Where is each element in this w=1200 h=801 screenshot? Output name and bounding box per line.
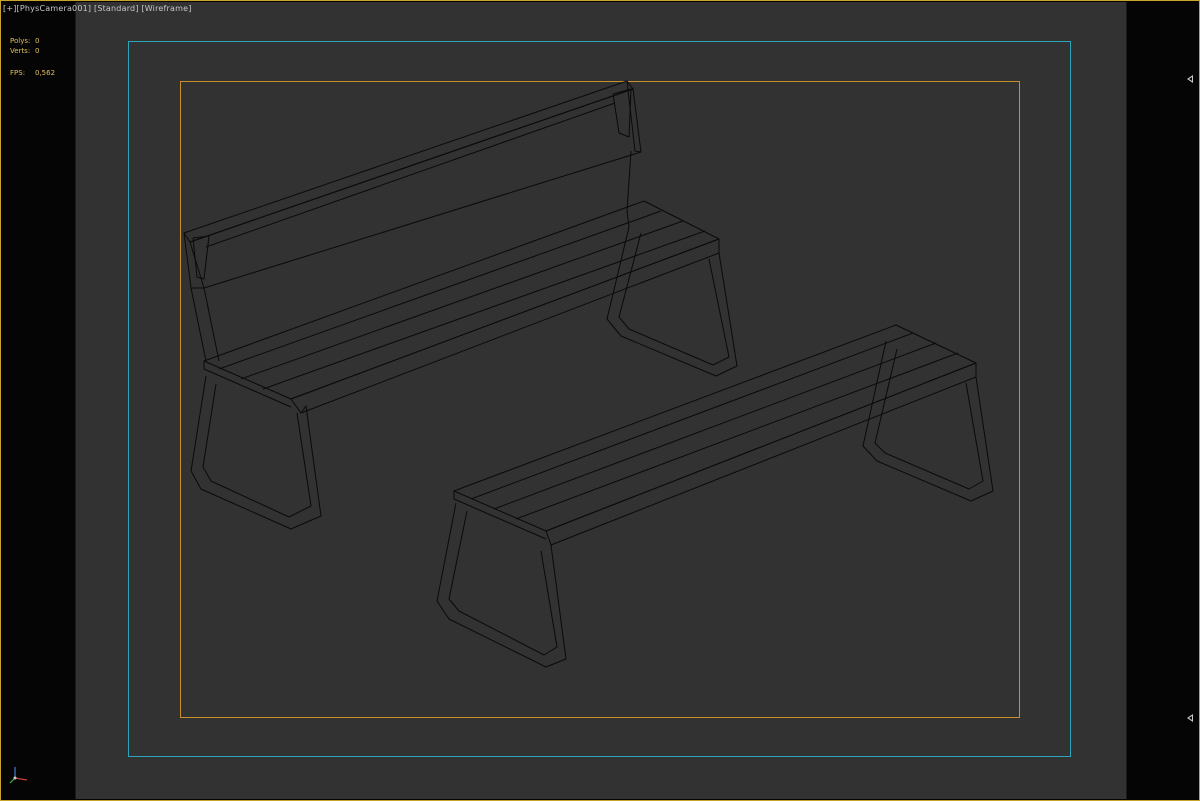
- camera-viewport[interactable]: [+][PhysCamera001] [Standard] [Wireframe…: [0, 0, 1200, 801]
- bench-with-backrest: [183, 80, 738, 530]
- left-leg-outer: [190, 375, 322, 530]
- backless-right-leg-outer: [862, 340, 994, 502]
- seat-slat-line-2: [240, 220, 684, 380]
- backrest-panel: [189, 88, 642, 289]
- backrest-top-edge: [183, 80, 634, 243]
- backrest-inner-line: [205, 102, 616, 248]
- left-back-post: [190, 287, 207, 362]
- backless-bench: [436, 324, 994, 668]
- triangle-left-icon[interactable]: [1187, 75, 1193, 83]
- backrest-left-notch: [192, 235, 210, 280]
- backrest-right-side: [626, 80, 642, 153]
- seat-slat-line-1: [218, 210, 662, 370]
- backless-left-leg-inner: [448, 510, 558, 656]
- backless-right-leg-inner: [874, 348, 984, 490]
- backless-slat-line-3: [515, 352, 959, 520]
- right-leg-inner: [618, 232, 730, 366]
- right-back-post: [626, 150, 632, 228]
- seat-slat-line-3: [262, 230, 706, 390]
- left-back-post-inner: [203, 287, 220, 362]
- seat-front: [290, 238, 720, 414]
- bench-wireframe-scene: [183, 80, 994, 668]
- backless-seat-left-edge: [453, 491, 547, 540]
- backless-seat-top: [453, 324, 977, 532]
- xyz-axis-icon: [9, 767, 28, 784]
- backless-slat-line-2: [493, 342, 937, 510]
- triangle-left-icon[interactable]: [1187, 714, 1193, 722]
